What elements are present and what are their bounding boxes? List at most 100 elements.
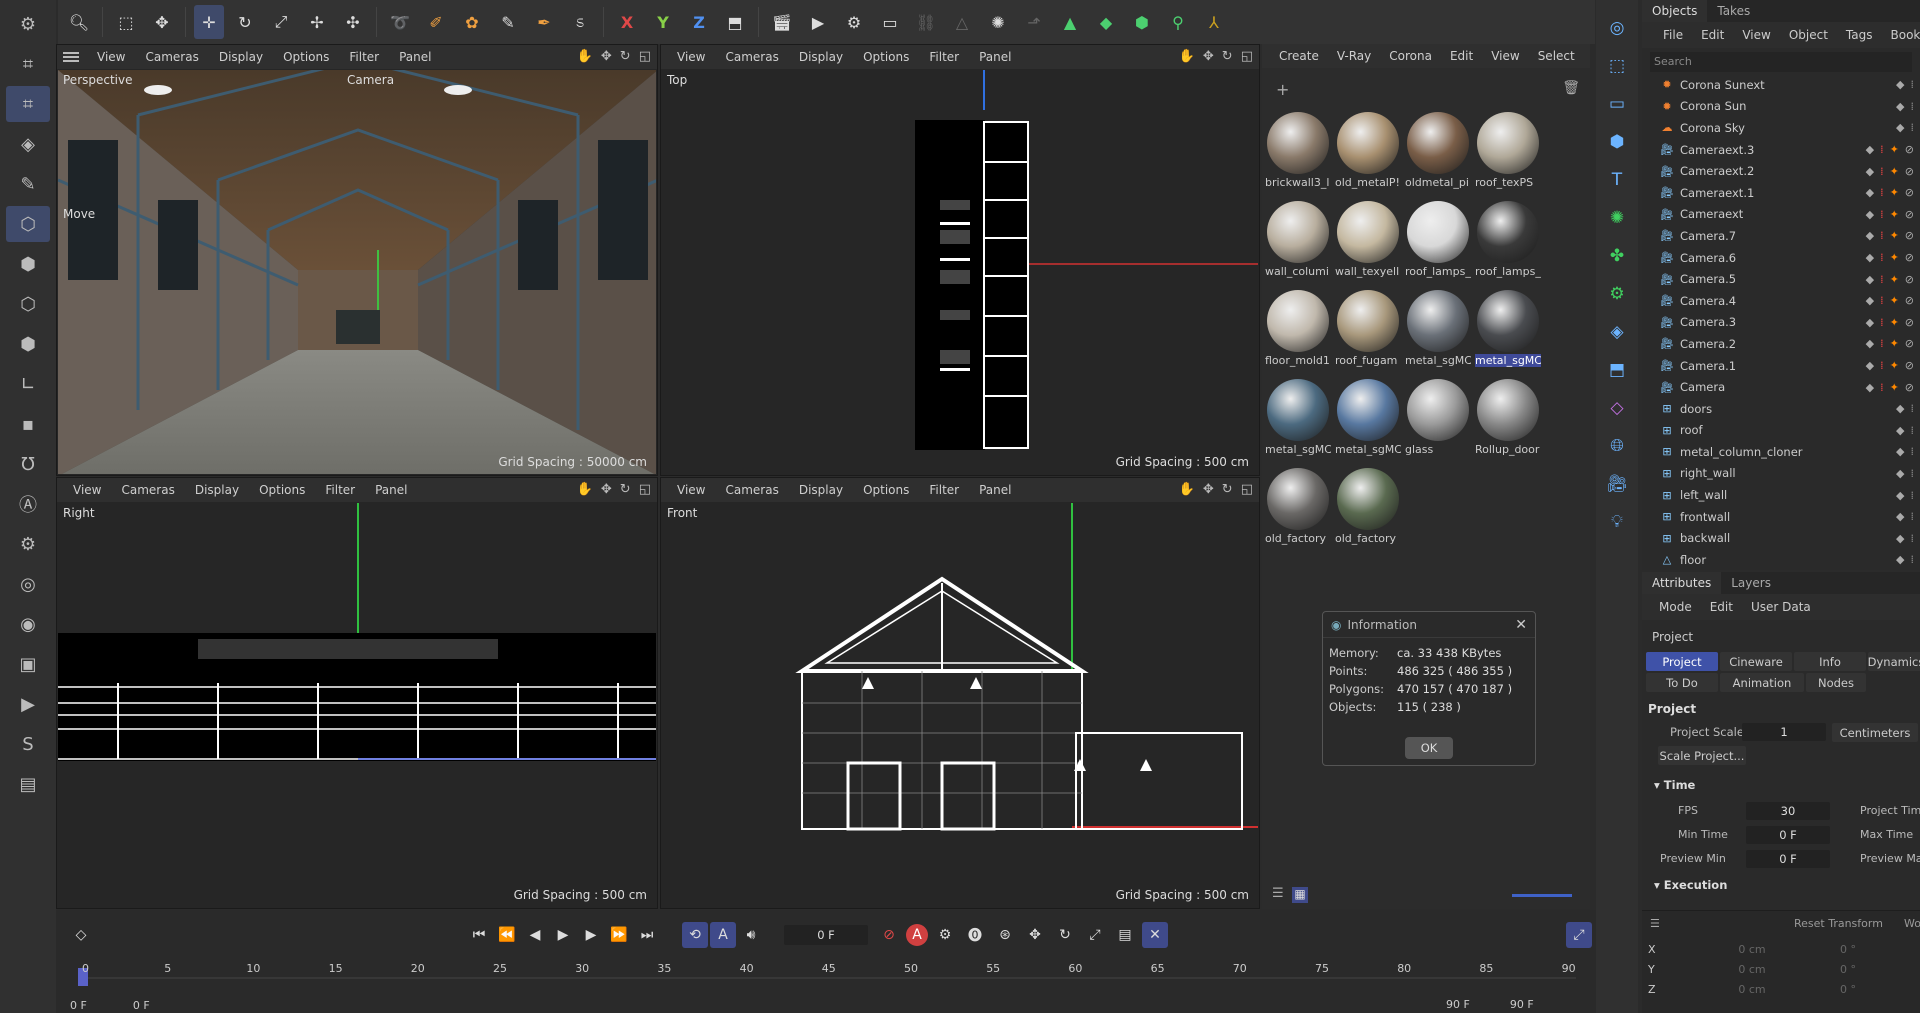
object-tags[interactable]: ◆ ⁞ bbox=[1896, 100, 1914, 113]
menu-options[interactable]: Options bbox=[249, 483, 315, 497]
object-row[interactable]: 🎥︎ Cameraext.2 ◆ ⁞ ✦ ⊘ bbox=[1642, 160, 1920, 182]
material-swatch[interactable]: oldmetal_pi bbox=[1404, 112, 1472, 189]
menu-view[interactable]: View bbox=[1733, 28, 1779, 42]
key-position-icon[interactable]: ✥ bbox=[1022, 922, 1048, 948]
object-row[interactable]: ☁ Corona Sky ◆ ⁞ bbox=[1642, 117, 1920, 139]
go-to-start-icon[interactable]: ⏮ bbox=[466, 922, 492, 948]
target-icon[interactable]: ◎ bbox=[6, 566, 50, 602]
menu-cameras[interactable]: Cameras bbox=[715, 50, 788, 64]
menu-filter[interactable]: Filter bbox=[919, 483, 969, 497]
object-name[interactable]: Camera.3 bbox=[1680, 315, 1736, 329]
deformer-palette-icon[interactable]: ◈ bbox=[1601, 316, 1633, 348]
camera-label[interactable]: Camera bbox=[347, 73, 394, 87]
object-name[interactable]: Corona Sun bbox=[1680, 99, 1746, 113]
coord-position-field[interactable]: 0 cm bbox=[1702, 963, 1802, 976]
subtab-info[interactable]: Info bbox=[1794, 652, 1866, 671]
orbit-icon[interactable]: ↻ bbox=[620, 49, 631, 64]
settings-icon[interactable]: ⚙ bbox=[6, 526, 50, 562]
tab-layers[interactable]: Layers bbox=[1721, 572, 1781, 594]
green-cube-icon[interactable]: ⬢ bbox=[1127, 5, 1157, 39]
object-tags[interactable]: ◆ ⁞ ✦ ⊘ bbox=[1866, 143, 1914, 156]
menu-create[interactable]: Create bbox=[1270, 49, 1328, 63]
object-tags[interactable]: ◆ ⁞ bbox=[1896, 532, 1914, 545]
viewport-top[interactable]: View Cameras Display Options Filter Pane… bbox=[660, 44, 1260, 476]
field-palette-icon[interactable]: ⬒ bbox=[1601, 354, 1633, 386]
paint-icon[interactable]: ✐ bbox=[421, 5, 451, 39]
object-name[interactable]: left_wall bbox=[1680, 488, 1727, 502]
text-palette-icon[interactable]: T bbox=[1601, 164, 1633, 196]
menu-select[interactable]: Select bbox=[1529, 49, 1584, 63]
menu-options[interactable]: Options bbox=[853, 50, 919, 64]
keyframe-selection-icon[interactable]: ⓿ bbox=[962, 922, 988, 948]
transfer-icon[interactable]: ✢ bbox=[302, 5, 332, 39]
coord-position-field[interactable]: 0 cm bbox=[1702, 983, 1802, 996]
object-row[interactable]: 🎥︎ Camera ◆ ⁞ ✦ ⊘ bbox=[1642, 376, 1920, 398]
connect-icon[interactable]: ⬏ bbox=[1019, 5, 1049, 39]
object-name[interactable]: Corona Sunext bbox=[1680, 78, 1765, 92]
menu-edit[interactable]: Edit bbox=[1441, 49, 1482, 63]
object-name[interactable]: Camera.7 bbox=[1680, 229, 1736, 243]
material-swatch[interactable]: floor_mold1 bbox=[1264, 290, 1332, 367]
scale-icon[interactable]: ⤢ bbox=[266, 5, 296, 39]
coord-rotation-field[interactable]: 0 ° bbox=[1818, 943, 1878, 956]
material-swatch[interactable]: glass bbox=[1404, 379, 1472, 456]
menu-corona[interactable]: Corona bbox=[1380, 49, 1441, 63]
object-tags[interactable]: ◆ ⁞ ✦ ⊘ bbox=[1866, 381, 1914, 394]
preview-min-field[interactable]: 0 F bbox=[1746, 850, 1830, 868]
menu-vray[interactable]: V-Ray bbox=[1328, 49, 1380, 63]
grid-view-icon[interactable]: ▦ bbox=[1292, 887, 1308, 903]
menu-options[interactable]: Options bbox=[853, 483, 919, 497]
object-mode-icon[interactable]: ◈ bbox=[6, 126, 50, 162]
object-row[interactable]: 🎥︎ Cameraext ◆ ⁞ ✦ ⊘ bbox=[1642, 204, 1920, 226]
object-tags[interactable]: ◆ ⁞ ✦ ⊘ bbox=[1866, 316, 1914, 329]
key-pla-icon[interactable]: ✕ bbox=[1142, 922, 1168, 948]
object-tags[interactable]: ◆ ⁞ ✦ ⊘ bbox=[1866, 208, 1914, 221]
object-tags[interactable]: ◆ ⁞ ✦ ⊘ bbox=[1866, 251, 1914, 264]
top-view-canvas[interactable] bbox=[662, 70, 1258, 474]
min-time-field[interactable]: 0 F bbox=[1746, 826, 1830, 844]
object-row[interactable]: ✹ Corona Sun ◆ ⁞ bbox=[1642, 96, 1920, 118]
prev-frame-icon[interactable]: ◀ bbox=[522, 922, 548, 948]
menu-file[interactable]: File bbox=[1654, 28, 1692, 42]
pan-icon[interactable]: ✋ bbox=[1179, 49, 1195, 64]
dolly-icon[interactable]: ✥ bbox=[1203, 49, 1214, 64]
coord-rotation-field[interactable]: 0 ° bbox=[1818, 963, 1878, 976]
z-axis-icon[interactable]: Z bbox=[684, 5, 714, 39]
play-icon[interactable]: ▶ bbox=[550, 922, 576, 948]
timeline-expand-icon[interactable]: ⤢ bbox=[1566, 922, 1592, 948]
play-view-icon[interactable]: ▶ bbox=[6, 686, 50, 722]
render-queue-icon[interactable]: ▭ bbox=[875, 5, 905, 39]
trash-icon[interactable]: 🗑︎ bbox=[1562, 80, 1580, 96]
menu-panel[interactable]: Panel bbox=[969, 50, 1021, 64]
material-swatch[interactable]: metal_sgMC bbox=[1264, 379, 1332, 456]
ok-button[interactable]: OK bbox=[1405, 737, 1453, 759]
sound-icon[interactable]: 🔊︎ bbox=[738, 922, 764, 948]
selection-filter-icon[interactable]: ✥ bbox=[147, 5, 177, 39]
material-swatch[interactable]: metal_sgMC bbox=[1474, 290, 1542, 367]
texture-mode-icon[interactable]: ▪ bbox=[6, 406, 50, 442]
menu-options[interactable]: Options bbox=[273, 50, 339, 64]
camera-palette-icon[interactable]: 🎥︎ bbox=[1601, 468, 1633, 500]
perspective-render[interactable] bbox=[58, 70, 656, 474]
material-swatch[interactable]: roof_lamps_ bbox=[1404, 201, 1472, 278]
menu-panel[interactable]: Panel bbox=[969, 483, 1021, 497]
object-name[interactable]: metal_column_cloner bbox=[1680, 445, 1803, 459]
viewport-front[interactable]: View Cameras Display Options Filter Pane… bbox=[660, 477, 1260, 909]
object-tags[interactable]: ◆ ⁞ bbox=[1896, 121, 1914, 134]
menu-filter[interactable]: Filter bbox=[315, 483, 365, 497]
menu-edit[interactable]: Edit bbox=[1692, 28, 1733, 42]
menu-edit[interactable]: Edit bbox=[1701, 600, 1742, 614]
brush-icon[interactable]: ✿ bbox=[457, 5, 487, 39]
menu-cameras[interactable]: Cameras bbox=[715, 483, 788, 497]
subtab-todo[interactable]: To Do bbox=[1646, 673, 1718, 692]
keyframe-icon[interactable]: ◇ bbox=[68, 922, 94, 948]
material-swatch[interactable]: wall_columi bbox=[1264, 201, 1332, 278]
material-swatch[interactable]: metal_sgMC bbox=[1334, 379, 1402, 456]
object-row[interactable]: 🎥︎ Camera.1 ◆ ⁞ ✦ ⊘ bbox=[1642, 355, 1920, 377]
coord-system-icon[interactable]: ⬒ bbox=[720, 5, 750, 39]
object-row[interactable]: △ floor ◆ ⁞ bbox=[1642, 549, 1920, 571]
material-swatch[interactable]: wall_texyell bbox=[1334, 201, 1402, 278]
menu-bookmarks[interactable]: Bookmarks bbox=[1882, 28, 1920, 42]
menu-mode[interactable]: Mode bbox=[1650, 600, 1701, 614]
link-icon[interactable]: ⛓ bbox=[911, 5, 941, 39]
